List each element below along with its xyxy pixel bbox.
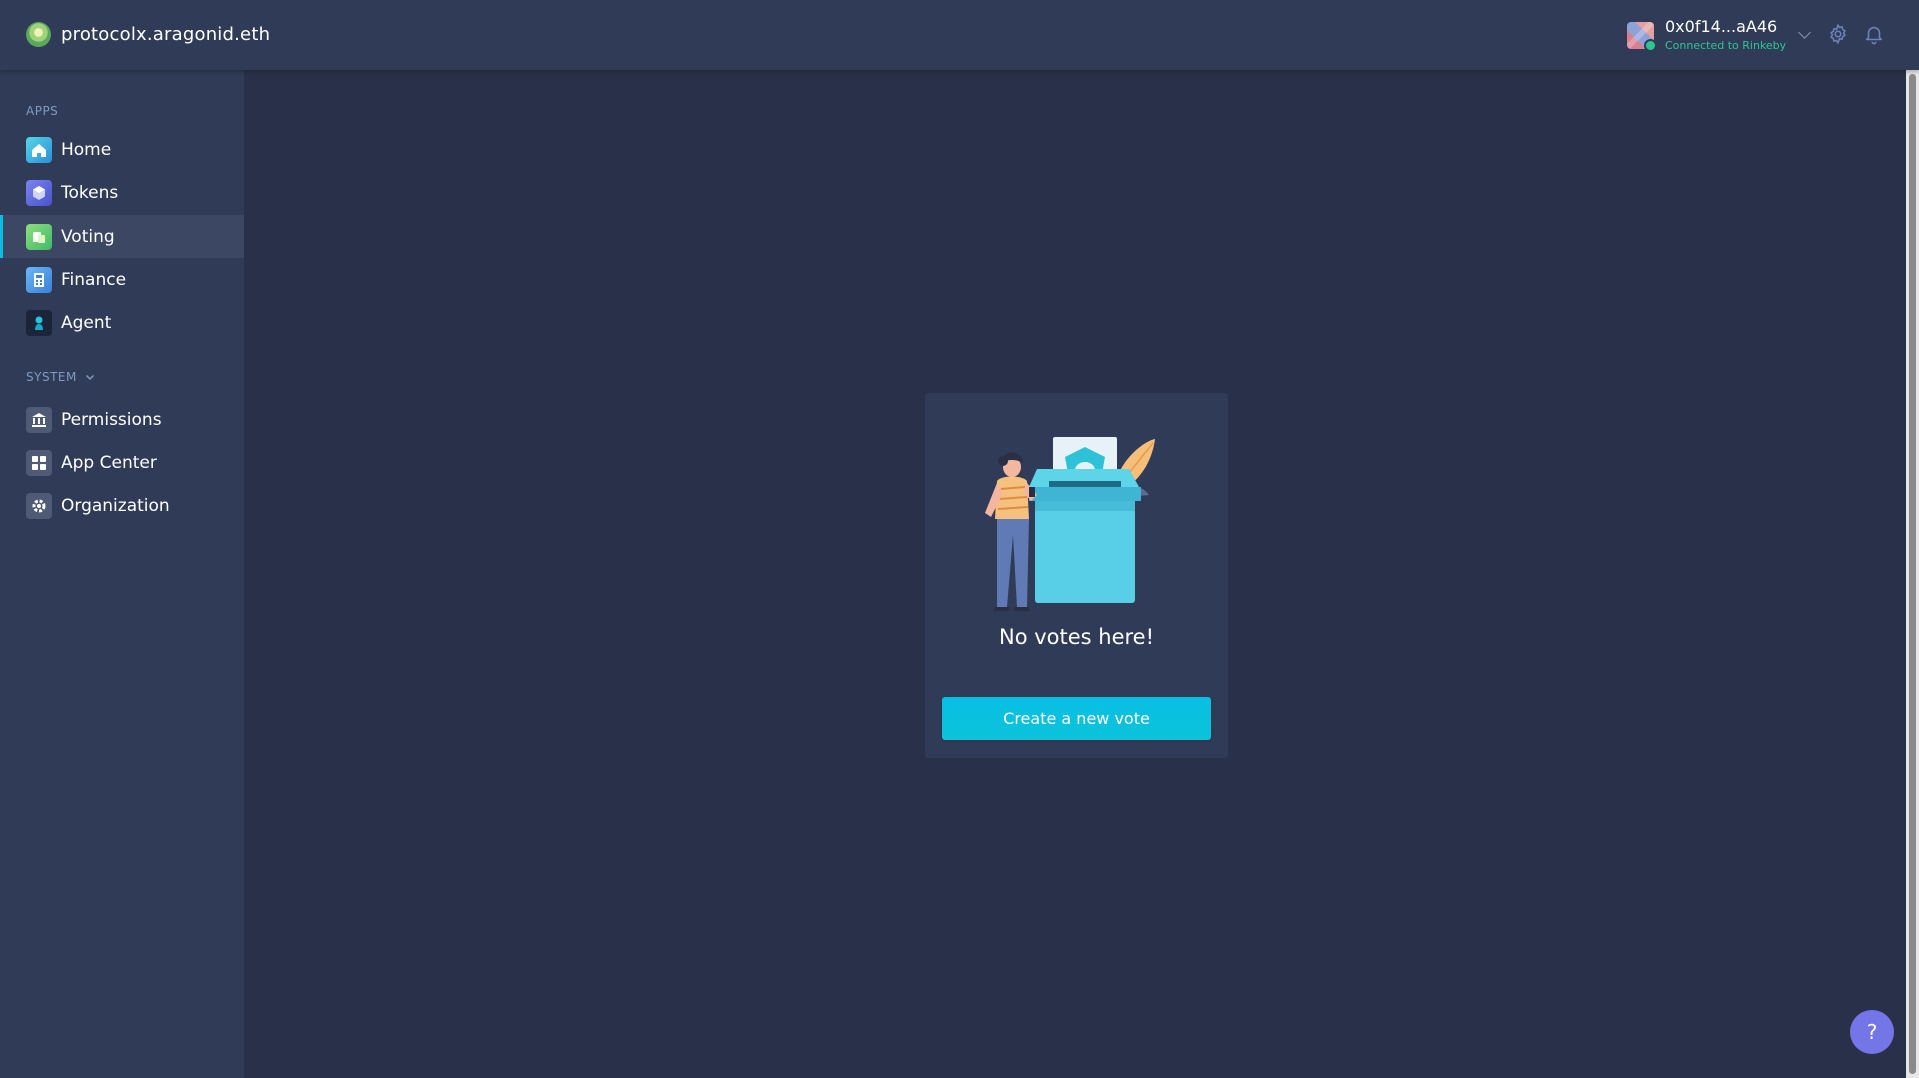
chevron-down-icon xyxy=(1798,26,1812,39)
permissions-icon xyxy=(26,406,52,433)
sidebar-item-organization[interactable]: Organization xyxy=(0,484,244,527)
org-logo-icon xyxy=(26,21,51,47)
scrollbar[interactable] xyxy=(1906,70,1919,1078)
connection-status-dot xyxy=(1644,38,1657,52)
tokens-icon xyxy=(26,179,52,206)
network-status: Connected to Rinkeby xyxy=(1665,39,1787,52)
account-menu[interactable]: 0x0f14...aA46 Connected to Rinkeby xyxy=(1627,16,1812,54)
sidebar-item-label: Tokens xyxy=(61,182,119,203)
home-icon xyxy=(26,136,52,163)
system-section-toggle[interactable]: SYSTEM xyxy=(26,370,95,384)
sidebar-item-app-center[interactable]: App Center xyxy=(0,441,244,484)
apps-section-label: APPS xyxy=(26,104,59,118)
voting-icon xyxy=(26,223,52,250)
sidebar-item-agent[interactable]: Agent xyxy=(0,301,244,344)
organization-icon xyxy=(26,492,52,519)
sidebar-item-home[interactable]: Home xyxy=(0,128,244,171)
sidebar-item-finance[interactable]: Finance xyxy=(0,258,244,301)
help-button[interactable]: ? xyxy=(1850,1010,1894,1054)
sidebar-item-label: Organization xyxy=(61,495,170,516)
sidebar: APPS Home Tokens Voting Finance Agent SY… xyxy=(0,70,244,1078)
empty-state-card: No votes here! Create a new vote xyxy=(925,393,1228,758)
top-bar: protocolx.aragonid.eth 0x0f14...aA46 Con… xyxy=(0,0,1919,70)
finance-icon xyxy=(26,266,52,293)
notifications-icon[interactable] xyxy=(1863,23,1885,45)
sidebar-item-label: Finance xyxy=(61,269,127,290)
account-address: 0x0f14...aA46 xyxy=(1665,17,1778,36)
sidebar-item-label: Agent xyxy=(61,312,112,333)
system-section-label: SYSTEM xyxy=(26,370,77,384)
org-switcher[interactable]: protocolx.aragonid.eth xyxy=(26,21,270,47)
empty-state-title: No votes here! xyxy=(998,625,1155,649)
app-center-icon xyxy=(26,449,52,476)
ballot-box-illustration xyxy=(977,415,1177,619)
sidebar-item-label: Permissions xyxy=(61,409,162,430)
scrollbar-thumb[interactable] xyxy=(1909,74,1916,1074)
sidebar-item-label: App Center xyxy=(61,452,157,473)
sidebar-item-voting[interactable]: Voting xyxy=(0,215,244,258)
sidebar-item-label: Home xyxy=(61,139,112,160)
org-name: protocolx.aragonid.eth xyxy=(61,23,271,45)
chevron-down-icon xyxy=(85,374,94,381)
account-avatar xyxy=(1627,21,1657,52)
sidebar-item-permissions[interactable]: Permissions xyxy=(0,398,244,441)
create-new-vote-button[interactable]: Create a new vote xyxy=(942,697,1211,740)
sidebar-item-tokens[interactable]: Tokens xyxy=(0,171,244,214)
settings-icon[interactable] xyxy=(1827,23,1849,45)
sidebar-item-label: Voting xyxy=(61,226,115,247)
agent-icon xyxy=(26,309,52,336)
